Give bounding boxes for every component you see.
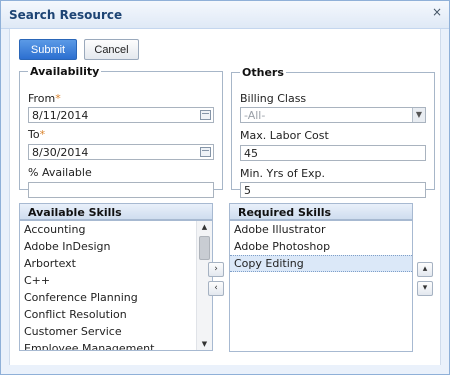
dialog-title: Search Resource bbox=[9, 8, 123, 22]
to-date-value: 8/30/2014 bbox=[32, 146, 89, 159]
chevron-left-icon: ‹ bbox=[214, 283, 218, 293]
max-labor-cost-value: 45 bbox=[244, 147, 258, 160]
scroll-up-icon[interactable]: ▲ bbox=[197, 221, 212, 233]
others-group: Others Billing Class -All- ▼ Max. Labor … bbox=[231, 66, 435, 198]
percent-available-field[interactable] bbox=[28, 182, 214, 198]
available-skills-list[interactable]: Accounting Adobe InDesign Arbortext C++ Conf… bbox=[19, 220, 213, 351]
submit-button[interactable]: Submit bbox=[19, 39, 77, 60]
from-label: From* bbox=[28, 92, 61, 105]
list-item[interactable]: Adobe InDesign bbox=[20, 238, 212, 255]
others-legend: Others bbox=[242, 66, 284, 79]
from-label-text: From bbox=[28, 92, 56, 105]
required-skills-items: Adobe Illustrator Adobe Photoshop Copy Edi… bbox=[230, 221, 412, 272]
from-required-marker: * bbox=[55, 92, 61, 105]
max-labor-cost-label: Max. Labor Cost bbox=[240, 129, 329, 142]
to-label: To* bbox=[28, 128, 45, 141]
chevron-up-icon: ▴ bbox=[422, 264, 428, 274]
max-labor-cost-field[interactable]: 45 bbox=[240, 145, 426, 161]
search-resource-dialog: Search Resource × Submit Cancel Availabi… bbox=[0, 0, 450, 375]
from-date-field[interactable]: 8/11/2014 bbox=[28, 107, 214, 123]
required-skills-list[interactable]: Adobe Illustrator Adobe Photoshop Copy Edi… bbox=[229, 220, 413, 352]
to-label-text: To bbox=[28, 128, 40, 141]
move-down-button[interactable]: ▾ bbox=[417, 281, 433, 296]
list-item[interactable]: Customer Service bbox=[20, 323, 212, 340]
list-item[interactable]: Accounting bbox=[20, 221, 212, 238]
calendar-icon[interactable] bbox=[200, 147, 211, 157]
billing-class-value: -All- bbox=[244, 109, 266, 122]
availability-group: Availability From* 8/11/2014 To* 8/30/20… bbox=[19, 65, 223, 198]
move-up-button[interactable]: ▴ bbox=[417, 262, 433, 277]
min-yrs-exp-value: 5 bbox=[244, 184, 251, 197]
dialog-body: Submit Cancel Availability From* 8/11/20… bbox=[9, 29, 441, 365]
close-icon[interactable]: × bbox=[431, 6, 443, 18]
available-skills-header: Available Skills bbox=[19, 203, 213, 220]
list-item[interactable]: Copy Editing bbox=[230, 255, 412, 272]
list-item[interactable]: Employee Management bbox=[20, 340, 212, 350]
billing-class-label: Billing Class bbox=[240, 92, 307, 105]
min-yrs-exp-label: Min. Yrs of Exp. bbox=[240, 167, 326, 180]
move-right-button[interactable]: › bbox=[208, 262, 224, 277]
to-required-marker: * bbox=[39, 128, 46, 141]
move-left-button[interactable]: ‹ bbox=[208, 281, 224, 296]
percent-available-label: % Available bbox=[28, 166, 92, 179]
list-item[interactable]: Adobe Illustrator bbox=[230, 221, 412, 238]
list-item[interactable]: Adobe Photoshop bbox=[230, 238, 412, 255]
dialog-titlebar[interactable]: Search Resource × bbox=[1, 1, 449, 29]
list-item[interactable]: Conference Planning bbox=[20, 289, 212, 306]
scroll-thumb[interactable] bbox=[199, 236, 210, 260]
calendar-icon[interactable] bbox=[200, 110, 211, 120]
chevron-down-icon: ▾ bbox=[422, 283, 428, 293]
list-item[interactable]: C++ bbox=[20, 272, 212, 289]
list-item[interactable]: Arbortext bbox=[20, 255, 212, 272]
required-skills-header: Required Skills bbox=[229, 203, 413, 220]
availability-legend: Availability bbox=[30, 65, 100, 78]
min-yrs-exp-field[interactable]: 5 bbox=[240, 182, 426, 198]
billing-class-select[interactable]: -All- ▼ bbox=[240, 107, 426, 123]
scroll-down-icon[interactable]: ▼ bbox=[197, 338, 212, 350]
list-item[interactable]: Conflict Resolution bbox=[20, 306, 212, 323]
cancel-button[interactable]: Cancel bbox=[84, 39, 139, 60]
chevron-right-icon: › bbox=[214, 264, 218, 274]
from-date-value: 8/11/2014 bbox=[32, 109, 89, 122]
available-skills-items: Accounting Adobe InDesign Arbortext C++ Conf… bbox=[20, 221, 212, 350]
chevron-down-icon[interactable]: ▼ bbox=[412, 108, 425, 122]
to-date-field[interactable]: 8/30/2014 bbox=[28, 144, 214, 160]
